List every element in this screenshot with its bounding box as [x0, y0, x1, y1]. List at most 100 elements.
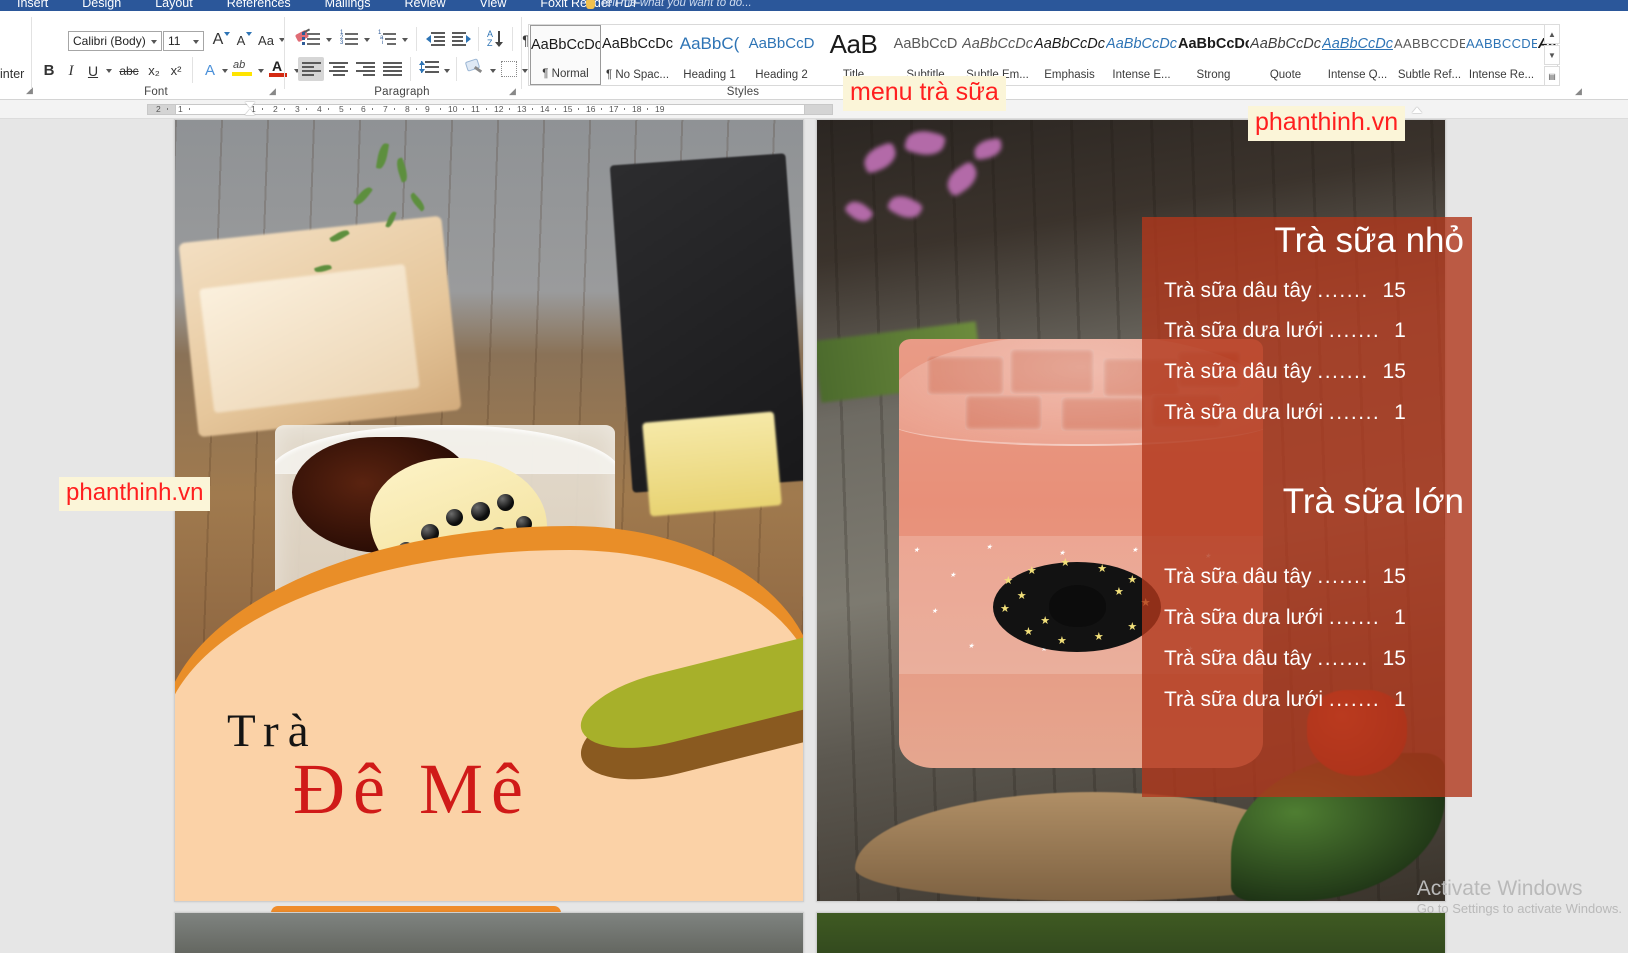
tab-layout[interactable]: Layout — [138, 0, 210, 11]
menu-item-name: Trà sữa dâu tây — [1164, 360, 1312, 383]
logo-character-silhouette — [1048, 585, 1106, 627]
activate-windows-subtitle: Go to Settings to activate Windows. — [1416, 901, 1622, 916]
decrease-indent-button[interactable] — [426, 32, 445, 46]
style-preview: AaBbCcDc — [602, 36, 673, 52]
sort-button[interactable]: A Z — [487, 30, 507, 50]
style-strong[interactable]: AaBbCcDc Strong — [1178, 25, 1249, 85]
hanging-indent-marker[interactable] — [245, 109, 255, 115]
italic-button[interactable]: I — [62, 61, 80, 81]
style-intense-quote[interactable]: AaBbCcDc Intense Q... — [1322, 25, 1393, 85]
change-case-button[interactable]: Aa — [254, 31, 278, 51]
menu-dots: ....... — [1317, 360, 1369, 383]
brand-name-line2: Đê Mê — [293, 749, 531, 829]
lightbulb-icon — [586, 0, 595, 9]
superscript-button[interactable]: x² — [166, 61, 186, 81]
first-line-indent-marker[interactable] — [245, 102, 255, 108]
chevron-down-icon — [258, 69, 264, 73]
menu-item-price: 1 — [1394, 401, 1406, 424]
style-preview: AaBbCcDc — [1322, 36, 1393, 52]
document-canvas[interactable]: Trà Đê Mê 254/11/9A Thái Phiên, 0927.275… — [0, 119, 1628, 953]
shading-button[interactable] — [464, 58, 486, 79]
menu-item-name: Trà sữa dưa lưới — [1164, 401, 1324, 424]
document-page-right-next[interactable] — [816, 912, 1446, 953]
align-left-button[interactable] — [302, 62, 321, 76]
menu-dots: ....... — [1328, 401, 1381, 424]
menu-item-price: 1 — [1394, 606, 1406, 629]
menu-item-name: Trà sữa dâu tây — [1164, 647, 1312, 670]
tab-design[interactable]: Design — [65, 0, 138, 11]
styles-gallery[interactable]: AaBbCcDc ¶ Normal AaBbCcDc ¶ No Spac... … — [528, 24, 1558, 86]
style-intense-emphasis[interactable]: AaBbCcDc Intense E... — [1106, 25, 1177, 85]
align-center-button[interactable] — [329, 62, 348, 76]
chevron-down-icon — [490, 69, 496, 73]
style-preview: AaBbCcD — [748, 35, 815, 52]
tab-references[interactable]: References — [210, 0, 308, 11]
right-indent-marker[interactable] — [1412, 107, 1422, 113]
align-right-button[interactable] — [356, 62, 375, 76]
style-name: Intense Q... — [1327, 69, 1388, 81]
style-preview: AaBbCcDc — [1034, 36, 1105, 52]
subscript-button[interactable]: x₂ — [144, 61, 164, 81]
style-emphasis[interactable]: AaBbCcDc Emphasis — [1034, 25, 1105, 85]
style-quote[interactable]: AaBbCcDc Quote — [1250, 25, 1321, 85]
line-spacing-button[interactable] — [418, 61, 439, 77]
text-highlight-color-button[interactable]: ab — [232, 59, 256, 79]
menu-item-name: Trà sữa dưa lưới — [1164, 319, 1324, 342]
menu-item-price: 1 — [1394, 688, 1406, 711]
increase-indent-button[interactable] — [452, 32, 471, 46]
tell-me-search[interactable]: Tell me what you want to do... — [600, 0, 752, 11]
menu-item-price: 15 — [1382, 279, 1406, 302]
underline-button[interactable]: U — [84, 61, 102, 81]
format-painter-label[interactable]: inter — [0, 67, 24, 81]
bullets-button[interactable] — [302, 31, 321, 45]
multilevel-list-button[interactable]: 1 a i — [378, 30, 397, 46]
style-name: ¶ Normal — [542, 68, 589, 80]
tab-insert[interactable]: Insert — [0, 0, 65, 11]
style-no-spacing[interactable]: AaBbCcDc ¶ No Spac... — [602, 25, 673, 85]
document-page-right[interactable]: ★★ ★★ ★★ ★★ ★★ ★★ ★★ ★★ ★★ ★ ★★ ★ — [816, 119, 1472, 902]
style-name: ¶ No Spac... — [605, 69, 670, 81]
gallery-scroll-down-icon[interactable]: ▼ — [1544, 45, 1560, 65]
gallery-scroll-up-icon[interactable]: ▲ — [1544, 24, 1560, 44]
grow-font-arrow-icon — [224, 32, 230, 36]
style-preview: AaB — [829, 31, 878, 57]
strikethrough-button[interactable]: abc — [117, 61, 141, 81]
style-preview: AaBbCcD — [893, 36, 958, 52]
text-effects-button[interactable]: A — [200, 61, 220, 81]
group-divider — [478, 27, 479, 51]
style-intense-reference[interactable]: AABBCCDE Intense Re... — [1466, 25, 1537, 85]
document-page-left[interactable]: Trà Đê Mê 254/11/9A Thái Phiên, 0927.275… — [174, 119, 804, 949]
chevron-down-icon — [444, 69, 450, 73]
justify-button[interactable] — [383, 62, 402, 76]
numbering-button[interactable]: 1 2 3 — [340, 30, 359, 46]
tab-review[interactable]: Review — [388, 0, 463, 11]
styles-dialog-launcher[interactable]: ◢ — [1573, 86, 1584, 97]
style-subtle-reference[interactable]: AABBCCDE Subtle Ref... — [1394, 25, 1465, 85]
menu-dots: ....... — [1328, 606, 1381, 629]
gallery-more-icon[interactable]: ▤ — [1544, 66, 1560, 86]
font-dialog-launcher[interactable]: ◢ — [267, 86, 278, 97]
style-normal[interactable]: AaBbCcDc ¶ Normal — [530, 25, 601, 85]
tab-view[interactable]: View — [463, 0, 524, 11]
ribbon-group-styles: AaBbCcDc ¶ Normal AaBbCcDc ¶ No Spac... … — [523, 11, 1628, 100]
style-heading-2[interactable]: AaBbCcD Heading 2 — [746, 25, 817, 85]
styles-gallery-scroll[interactable]: ▲ ▼ ▤ — [1544, 24, 1560, 86]
menu-item-row: Trà sữa dưa lưới ....... 1 — [1164, 606, 1472, 630]
document-page-left-next[interactable] — [174, 912, 804, 953]
style-heading-1[interactable]: AaBbC( Heading 1 — [674, 25, 745, 85]
herb-sprig — [313, 142, 476, 330]
font-size-combobox[interactable]: 11 — [163, 31, 204, 51]
font-name-combobox[interactable]: Calibri (Body) — [68, 31, 162, 51]
activate-windows-watermark: Activate Windows Go to Settings to activ… — [1417, 877, 1622, 917]
style-name: Intense Re... — [1468, 69, 1535, 81]
group-divider — [284, 17, 285, 89]
style-name: Emphasis — [1044, 69, 1095, 81]
style-preview: AaBbCcDc — [1250, 36, 1321, 52]
borders-button[interactable] — [501, 61, 517, 77]
chevron-down-icon — [151, 40, 157, 44]
menu-item-row: Trà sữa dưa lưới ....... 1 — [1164, 319, 1472, 343]
bold-button[interactable]: B — [40, 61, 58, 81]
tab-mailings[interactable]: Mailings — [308, 0, 388, 11]
group-divider — [416, 27, 417, 51]
group-divider — [456, 57, 457, 81]
